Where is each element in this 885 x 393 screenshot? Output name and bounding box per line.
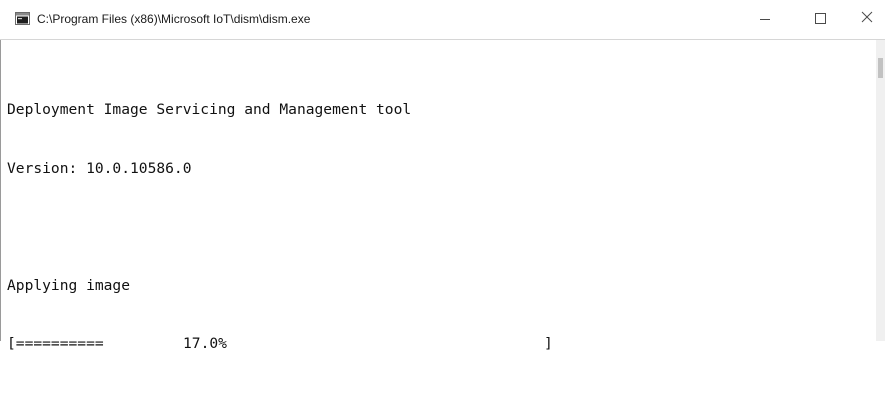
close-button[interactable]	[847, 0, 885, 39]
maximize-button[interactable]	[797, 0, 843, 39]
progress-bar-end: ]	[544, 335, 553, 352]
console-line-tool-name: Deployment Image Servicing and Managemen…	[7, 101, 412, 118]
maximize-icon	[815, 13, 826, 24]
vertical-scrollbar[interactable]	[876, 40, 885, 341]
window-title: C:\Program Files (x86)\Microsoft IoT\dis…	[37, 12, 311, 26]
console-line-version: Version: 10.0.10586.0	[7, 159, 192, 177]
console-text: Deployment Image Servicing and Managemen…	[7, 61, 553, 393]
console-window: C:\Program Files (x86)\Microsoft IoT\dis…	[0, 0, 885, 352]
console-line-status: Applying image	[7, 276, 131, 294]
minimize-button[interactable]	[742, 0, 788, 39]
console-line-blank	[7, 217, 553, 237]
progress-line: [========== 17.0%]	[7, 334, 553, 354]
console-app-icon	[15, 12, 30, 25]
progress-bar-text: [==========	[7, 335, 104, 352]
title-bar[interactable]: C:\Program Files (x86)\Microsoft IoT\dis…	[0, 0, 885, 40]
progress-percent: 17.0%	[183, 335, 227, 352]
scrollbar-thumb[interactable]	[878, 58, 883, 78]
console-output[interactable]: Deployment Image Servicing and Managemen…	[0, 40, 876, 352]
close-icon	[861, 11, 873, 23]
